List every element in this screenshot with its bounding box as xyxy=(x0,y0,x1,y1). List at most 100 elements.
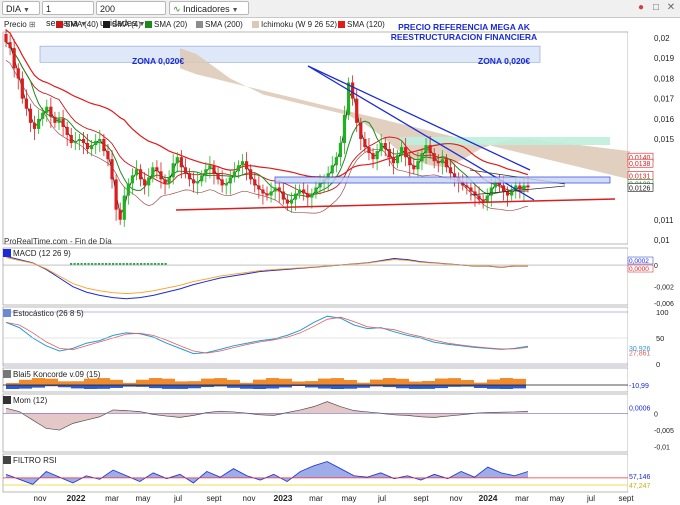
legend-price[interactable]: Precio ⊞ xyxy=(4,19,36,30)
maximize-icon[interactable]: □ xyxy=(650,2,662,14)
candle-body xyxy=(232,171,236,178)
koncorde-orange-area xyxy=(279,378,292,385)
koncorde-orange-area xyxy=(266,378,279,385)
units-select[interactable]: 200 unidades ▼ xyxy=(96,1,166,28)
x-tick-label: mar xyxy=(105,494,119,503)
koncorde-orange-area xyxy=(448,378,461,385)
candle-body xyxy=(367,147,371,154)
koncorde-orange-area xyxy=(227,379,240,385)
koncorde-orange-area xyxy=(175,381,188,385)
koncorde-blue-area xyxy=(84,385,97,389)
koncorde-orange-area xyxy=(58,381,71,385)
koncorde-orange-area xyxy=(422,381,435,385)
panel-label-mom: Mom (12) xyxy=(3,396,47,405)
candle-body xyxy=(53,116,57,123)
candle-body xyxy=(240,161,245,166)
ichimoku-swatch xyxy=(252,21,259,28)
koncorde-orange-area xyxy=(318,378,331,385)
candle-body xyxy=(440,159,444,164)
rsi-value: 57,146 xyxy=(629,474,651,481)
candle-body xyxy=(8,42,12,49)
x-tick-label: jul xyxy=(377,494,386,503)
koncorde-value: -10,99 xyxy=(629,383,649,390)
indicators-button[interactable]: ∿ Indicadores ▼ xyxy=(169,1,249,15)
stoch-panel xyxy=(2,306,629,367)
legend-sma40[interactable]: SMA (40) xyxy=(56,19,98,30)
x-tick-label: may xyxy=(549,494,564,503)
close-icon[interactable]: ✕ xyxy=(665,2,677,14)
candle-body xyxy=(200,175,204,182)
candle-body xyxy=(49,106,53,117)
macd-tick-label: -0,006 xyxy=(654,301,674,308)
koncorde-orange-area xyxy=(344,379,357,385)
candle-body xyxy=(412,165,416,170)
settings-icon[interactable]: ● xyxy=(635,2,647,14)
candle-body xyxy=(183,167,188,174)
candle-body xyxy=(85,143,90,150)
koncorde-blue-area xyxy=(409,385,422,389)
koncorde-blue-area xyxy=(344,385,357,389)
candle-body xyxy=(481,199,485,202)
koncorde-blue-area xyxy=(474,385,487,388)
koncorde-orange-area xyxy=(71,381,84,385)
koncorde-blue-area xyxy=(240,385,253,389)
koncorde-orange-area xyxy=(461,380,474,385)
koncorde-blue-area xyxy=(500,385,513,389)
chart-canvas[interactable]: 0,02 0,019 0,018 0,017 0,016 0,015 0,011 0,01 0,… xyxy=(0,0,680,505)
y-tick-label: 0,015 xyxy=(654,135,675,144)
koncorde-blue-area xyxy=(513,385,526,389)
candle-body xyxy=(346,82,351,115)
sma20-swatch xyxy=(145,21,152,28)
koncorde-orange-area xyxy=(331,378,344,385)
candle-body xyxy=(37,118,41,129)
koncorde-blue-area xyxy=(97,385,110,389)
candle-body xyxy=(289,199,294,204)
candle-body xyxy=(387,149,391,158)
koncorde-orange-area xyxy=(19,379,32,385)
candle-body xyxy=(510,191,514,196)
candle-body xyxy=(220,179,224,186)
candle-body xyxy=(281,191,285,200)
ticker-select[interactable]: DIA ▼ xyxy=(2,1,40,15)
candle-body xyxy=(118,209,122,220)
candle-body xyxy=(342,114,347,144)
stoch-swatch xyxy=(3,309,11,317)
x-tick-label: jul xyxy=(586,494,595,503)
candle-body xyxy=(465,185,469,188)
koncorde-blue-area xyxy=(71,385,84,389)
macd-swatch xyxy=(3,249,11,257)
candle-body xyxy=(12,48,16,69)
legend-sma120[interactable]: SMA (120) xyxy=(338,19,385,30)
candle-body xyxy=(98,139,102,142)
legend-sma200[interactable]: SMA (200) xyxy=(196,19,243,30)
candle-body xyxy=(90,145,94,150)
candle-body xyxy=(379,143,383,152)
legend-sma20[interactable]: SMA (20) xyxy=(145,19,187,30)
candle-body xyxy=(404,147,408,158)
x-tick-label: may xyxy=(135,494,150,503)
candle-body xyxy=(77,139,82,142)
chevron-down-icon: ▼ xyxy=(231,7,239,14)
period-select[interactable]: 1 semana▼ xyxy=(42,1,94,28)
koncorde-orange-area xyxy=(370,379,383,385)
legend-ichimoku[interactable]: Ichimoku (W 9 26 52) xyxy=(252,19,337,30)
macd-tick-label: -0,002 xyxy=(654,285,674,292)
candle-body xyxy=(32,122,37,129)
x-tick-label: nov xyxy=(34,494,47,503)
koncorde-orange-area xyxy=(136,379,149,385)
legend-sma4[interactable]: SMA (4) xyxy=(103,19,141,30)
koncorde-blue-area xyxy=(331,385,344,389)
koncorde-orange-area xyxy=(32,378,45,385)
candle-body xyxy=(106,151,110,160)
candle-body xyxy=(334,157,338,166)
panel-label-koncorde: Blai5 Koncorde v.09 (15) xyxy=(3,370,100,379)
x-tick-label: mar xyxy=(309,494,323,503)
candle-body xyxy=(20,78,24,99)
x-tick-label: may xyxy=(341,494,356,503)
koncorde-orange-area xyxy=(149,378,162,385)
candle-body xyxy=(45,106,49,113)
sma120-swatch xyxy=(338,21,345,28)
candle-body xyxy=(424,145,428,154)
y-tick-label: 0,02 xyxy=(654,34,670,43)
mom-value: 0,0006 xyxy=(629,405,651,412)
